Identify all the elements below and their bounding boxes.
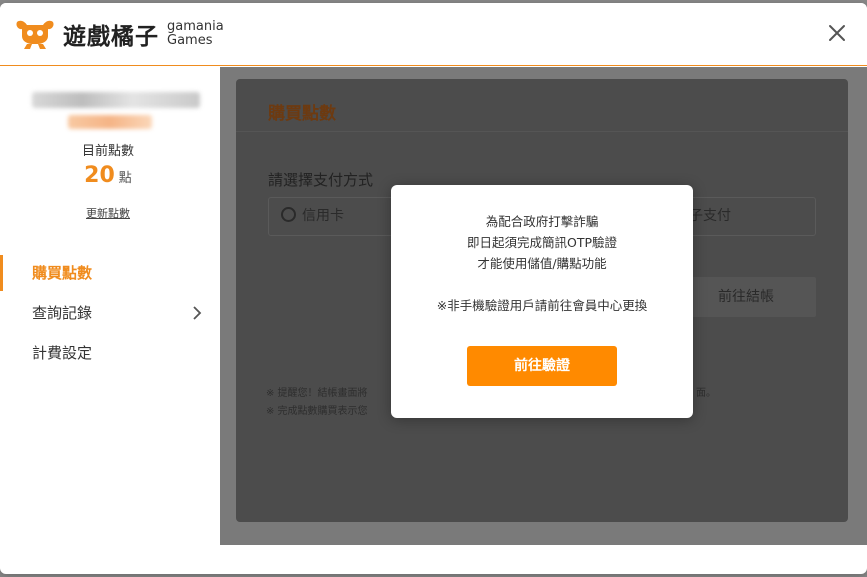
modal-message-line: 為配合政府打擊詐騙 bbox=[485, 214, 599, 229]
checkout-button[interactable]: 前往結帳 bbox=[676, 277, 816, 317]
sidebar-item-billing-settings[interactable]: 計費設定 bbox=[0, 333, 220, 373]
logo-text-en-2: Games bbox=[167, 33, 213, 48]
points-unit: 點 bbox=[118, 171, 132, 186]
payment-option-label: 信用卡 bbox=[302, 208, 344, 224]
close-icon bbox=[829, 25, 845, 41]
account-id-blurred bbox=[68, 115, 152, 129]
sidebar-item-label: 計費設定 bbox=[32, 344, 93, 362]
close-button[interactable] bbox=[825, 21, 849, 45]
account-name-blurred bbox=[32, 92, 200, 108]
sidebar-item-buy-points[interactable]: 購買點數 bbox=[0, 253, 220, 293]
logo-text-en-1: gamania bbox=[167, 19, 224, 34]
chevron-right-icon bbox=[193, 306, 202, 320]
divider bbox=[236, 131, 848, 132]
points-value: 20 bbox=[84, 163, 115, 188]
points-display: 20 點 bbox=[0, 163, 216, 188]
notice-text: ※ 提醒您！結帳畫面將 bbox=[266, 388, 368, 399]
sidebar-nav: 購買點數 查詢記錄 計費設定 bbox=[0, 253, 220, 373]
go-verify-button[interactable]: 前往驗證 bbox=[467, 346, 617, 386]
panel-title: 購買點數 bbox=[268, 104, 336, 124]
header: 遊戲橘子 gamania Games bbox=[0, 3, 867, 66]
modal-message-line: 才能使用儲值/購點功能 bbox=[477, 256, 607, 271]
radio-icon bbox=[281, 207, 296, 222]
points-label: 目前點數 bbox=[81, 144, 134, 159]
sidebar-item-label: 查詢記錄 bbox=[32, 304, 93, 322]
modal-message-line: 即日起須完成簡訊OTP驗證 bbox=[466, 235, 617, 250]
logo-text-en: gamania Games bbox=[167, 20, 224, 48]
notice-text: ※ 完成點數購買表示您 bbox=[266, 406, 368, 417]
logo-text-cn: 遊戲橘子 bbox=[63, 24, 159, 50]
sidebar-item-label: 購買點數 bbox=[32, 264, 93, 282]
sidebar: 目前點數 20 點 更新點數 購買點數 查詢記錄 計費設定 bbox=[0, 67, 220, 545]
payment-method-label: 請選擇支付方式 bbox=[268, 171, 374, 189]
refresh-points-link[interactable]: 更新點數 bbox=[0, 205, 216, 221]
otp-verification-modal: 為配合政府打擊詐騙 即日起須完成簡訊OTP驗證 才能使用儲值/購點功能 ※非手機… bbox=[391, 185, 693, 418]
modal-note: ※非手機驗證用戶請前往會員中心更換 bbox=[436, 298, 648, 313]
sidebar-item-query-records[interactable]: 查詢記錄 bbox=[0, 293, 220, 333]
payment-option-credit-card[interactable]: 信用卡 bbox=[268, 197, 398, 236]
gamania-logo: 遊戲橘子 gamania Games bbox=[15, 17, 224, 51]
payment-option-label: 子支付 bbox=[689, 208, 731, 224]
notice-text-tail: 面。 bbox=[696, 388, 716, 399]
payment-option-e-payment[interactable]: 子支付 bbox=[676, 197, 816, 236]
gamania-logo-icon bbox=[15, 18, 55, 50]
